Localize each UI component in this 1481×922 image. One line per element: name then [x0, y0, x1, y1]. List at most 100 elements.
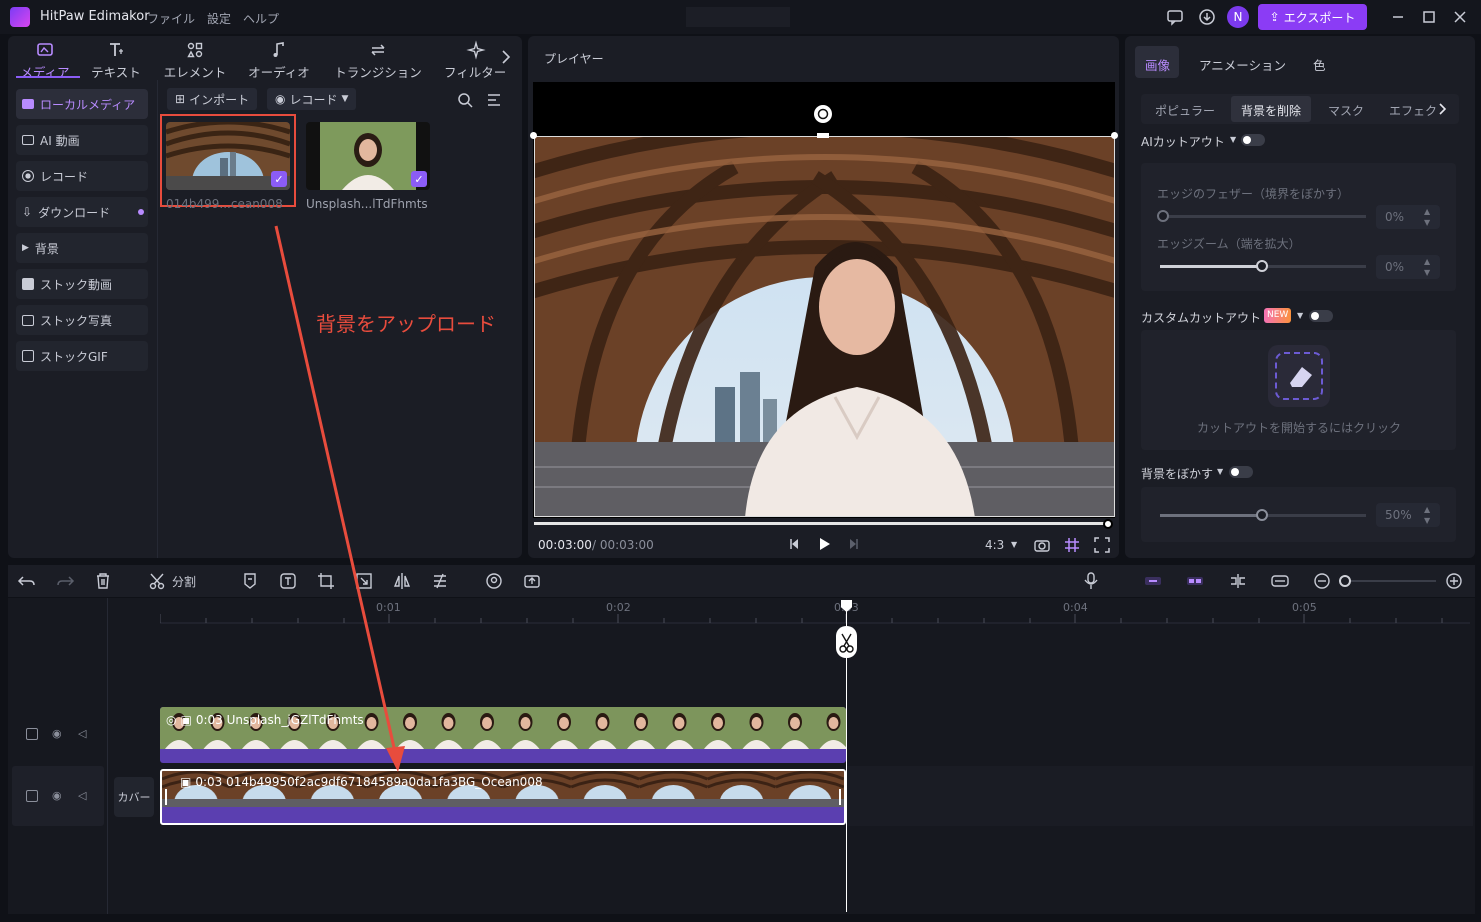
undo-icon[interactable] [17, 571, 37, 591]
trim-handle-left[interactable] [165, 789, 167, 805]
camera-icon[interactable] [1034, 537, 1050, 553]
subtab-mask[interactable]: マスク [1328, 102, 1364, 119]
sidebar-item-local-media[interactable]: ローカルメディア [16, 89, 148, 119]
grid-icon[interactable] [1064, 537, 1080, 553]
edge-feather-knob[interactable] [1157, 210, 1169, 222]
eraser-icon[interactable] [1268, 345, 1330, 407]
feedback-icon[interactable] [1165, 7, 1185, 27]
link-icon[interactable] [1143, 571, 1163, 591]
step-back-icon[interactable] [788, 537, 802, 551]
playback-progress[interactable] [534, 522, 1109, 525]
subtab-popular[interactable]: ポピュラー [1155, 102, 1215, 119]
eye-icon[interactable]: ◉ [52, 789, 62, 802]
edge-feather-slider[interactable] [1160, 215, 1366, 218]
blur-bg-toggle[interactable] [1229, 466, 1253, 478]
edge-zoom-knob[interactable] [1256, 260, 1268, 272]
sort-icon[interactable] [485, 90, 505, 110]
zoom-out-icon[interactable] [1312, 571, 1332, 591]
clip-ocean[interactable]: ▣ 0:03 014b49950f2ac9df67184589a0da1fa3B… [160, 769, 846, 825]
sidebar-item-ai-video[interactable]: AI 動画 [16, 125, 148, 155]
export-frame-icon[interactable] [522, 571, 542, 591]
menu-settings[interactable]: 設定 [207, 10, 231, 27]
tab-transition[interactable]: トランジション [330, 40, 426, 84]
fullscreen-icon[interactable] [1094, 537, 1110, 553]
import-button[interactable]: ⊞ インポート [167, 88, 258, 110]
resize-icon[interactable] [354, 571, 374, 591]
project-name-field[interactable] [686, 7, 790, 27]
close-icon[interactable] [1452, 9, 1468, 25]
sidebar-item-stock-video[interactable]: ストック動画 [16, 269, 148, 299]
media-thumb-portrait[interactable]: ✓ [306, 122, 430, 190]
chevron-down-icon: ▼ [1011, 540, 1018, 549]
zoom-knob[interactable] [1339, 575, 1351, 587]
face-detect-icon[interactable] [484, 571, 504, 591]
play-icon[interactable] [816, 536, 832, 552]
microphone-icon[interactable] [1081, 571, 1101, 591]
split-view-icon[interactable] [1228, 571, 1248, 591]
film-icon[interactable] [26, 728, 38, 740]
text-box-icon[interactable] [278, 571, 298, 591]
split-button[interactable]: 分割 [172, 573, 196, 590]
zoom-in-icon[interactable] [1444, 571, 1464, 591]
download-icon[interactable] [1197, 7, 1217, 27]
subtab-remove-bg[interactable]: 背景を削除 [1241, 102, 1301, 119]
custom-cutout-toggle[interactable] [1309, 310, 1333, 322]
marker-icon[interactable] [240, 571, 260, 591]
resize-handle[interactable] [817, 133, 829, 138]
media-thumb-ocean[interactable]: ✓ [166, 122, 290, 190]
playhead-split-button[interactable] [836, 626, 857, 658]
delete-icon[interactable] [93, 571, 113, 591]
ai-cutout-toggle[interactable] [1241, 134, 1265, 146]
scissors-icon[interactable] [148, 571, 168, 591]
sidebar-item-background[interactable]: ▶ 背景 [16, 233, 148, 263]
video-frame[interactable] [534, 136, 1115, 517]
tab-color[interactable]: 色 [1313, 55, 1326, 74]
speaker-icon[interactable]: ◁ [78, 789, 86, 802]
blur-knob[interactable] [1256, 509, 1268, 521]
eye-icon[interactable]: ◉ [52, 727, 62, 740]
tab-text[interactable]: テキスト [86, 40, 146, 84]
subtab-effect[interactable]: エフェク [1389, 102, 1437, 119]
chevron-down-icon: ▼ [1230, 135, 1237, 144]
redo-icon[interactable] [55, 571, 75, 591]
align-icon[interactable] [430, 571, 450, 591]
menu-help[interactable]: ヘルプ [243, 10, 279, 27]
snap-icon[interactable] [1185, 571, 1205, 591]
flip-icon[interactable] [392, 571, 412, 591]
step-forward-icon[interactable] [846, 537, 860, 551]
chevron-right-icon[interactable] [1438, 102, 1448, 116]
tab-audio[interactable]: オーディオ [244, 40, 314, 84]
chevron-right-icon[interactable] [500, 48, 512, 66]
film-icon[interactable] [26, 790, 38, 802]
speaker-icon[interactable]: ◁ [78, 727, 86, 740]
sidebar-item-download[interactable]: ⇩ ダウンロード [16, 197, 148, 227]
sidebar-item-stock-photo[interactable]: ストック写真 [16, 305, 148, 335]
clip-portrait[interactable]: ◎ ▣ 0:03 Unsplash_jGZlTdFhmts [160, 707, 846, 763]
crop-icon[interactable] [316, 571, 336, 591]
aspect-ratio-select[interactable]: 4:3 [985, 538, 1004, 552]
record-dropdown[interactable]: ◉ レコード ▼ [267, 88, 357, 110]
stepper-icon[interactable]: ▲ ▼ [1424, 504, 1430, 526]
zoom-slider[interactable] [1340, 580, 1436, 582]
time-ruler[interactable] [160, 598, 1470, 624]
sidebar-item-stock-gif[interactable]: ストックGIF [16, 341, 148, 371]
menu-file[interactable]: ファイル [147, 10, 195, 27]
search-icon[interactable] [455, 90, 475, 110]
resize-handle[interactable] [1111, 132, 1118, 139]
tab-element[interactable]: エレメント [160, 40, 230, 84]
tab-animation[interactable]: アニメーション [1199, 55, 1286, 74]
stepper-icon[interactable]: ▲ ▼ [1424, 206, 1430, 228]
trim-handle-right[interactable] [839, 789, 841, 805]
maximize-icon[interactable] [1421, 9, 1437, 25]
rotate-handle-icon[interactable] [814, 105, 832, 123]
stepper-icon[interactable]: ▲ ▼ [1424, 256, 1430, 278]
resize-handle[interactable] [530, 132, 537, 139]
fit-icon[interactable] [1270, 571, 1290, 591]
cover-button[interactable]: カバー [114, 777, 154, 817]
progress-knob[interactable] [1103, 519, 1113, 529]
tab-image[interactable]: 画像 [1145, 55, 1170, 74]
avatar[interactable]: N [1227, 6, 1249, 28]
export-button[interactable]: ⇪ エクスポート [1258, 4, 1367, 30]
minimize-icon[interactable] [1390, 9, 1406, 25]
sidebar-item-record[interactable]: レコード [16, 161, 148, 191]
